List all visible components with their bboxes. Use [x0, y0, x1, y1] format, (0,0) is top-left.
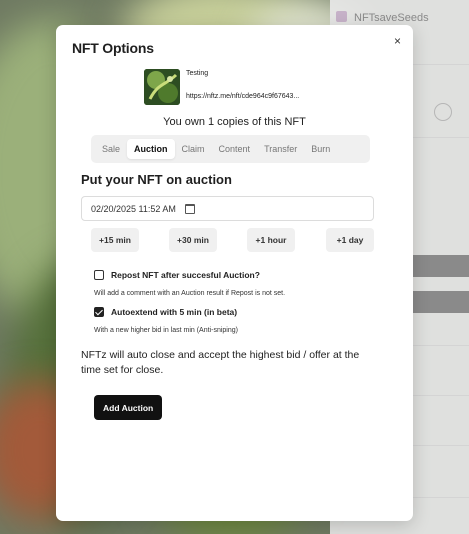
nft-thumbnail [144, 69, 180, 105]
modal-title: NFT Options [72, 40, 154, 56]
app-icon [336, 11, 347, 22]
tab-auction[interactable]: Auction [127, 139, 175, 159]
add-1-day-button[interactable]: +1 day [326, 228, 374, 252]
nft-options-modal: NFT Options × Testing https://nftz.me/nf… [56, 25, 413, 521]
close-icon[interactable]: × [394, 34, 401, 48]
calendar-icon[interactable] [184, 203, 195, 214]
options-tabs: Sale Auction Claim Content Transfer Burn [91, 135, 370, 163]
repost-note: Will add a comment with an Auction resul… [94, 290, 286, 297]
tab-burn[interactable]: Burn [304, 139, 337, 159]
tab-sale[interactable]: Sale [95, 139, 127, 159]
repost-label: Repost NFT after succesful Auction? [111, 270, 260, 280]
nft-name: Testing [186, 70, 209, 77]
tab-content[interactable]: Content [212, 139, 258, 159]
add-1-hour-button[interactable]: +1 hour [247, 228, 295, 252]
autoextend-checkbox[interactable] [94, 307, 104, 317]
tab-transfer[interactable]: Transfer [257, 139, 304, 159]
add-15-min-button[interactable]: +15 min [91, 228, 139, 252]
auction-end-datetime-input[interactable]: 02/20/2025 11:52 AM [81, 196, 374, 221]
datetime-value: 02/20/2025 11:52 AM [91, 203, 176, 214]
auction-info-text: NFTz will auto close and accept the high… [81, 349, 360, 376]
repost-checkbox[interactable] [94, 270, 104, 280]
nft-url: https://nftz.me/nft/cde964c9f67643... [186, 93, 300, 100]
autoextend-label: Autoextend with 5 min (in beta) [111, 307, 238, 317]
background-panel-title: NFTsaveSeeds [354, 12, 429, 24]
add-30-min-button[interactable]: +30 min [169, 228, 217, 252]
autoextend-option[interactable]: Autoextend with 5 min (in beta) [94, 307, 237, 317]
autoextend-note: With a new higher bid in last min (Anti-… [94, 327, 238, 334]
tab-claim[interactable]: Claim [175, 139, 212, 159]
add-auction-button[interactable]: Add Auction [94, 395, 163, 420]
repost-option[interactable]: Repost NFT after succesful Auction? [94, 270, 260, 280]
section-heading: Put your NFT on auction [81, 172, 232, 187]
ownership-text: You own 1 copies of this NFT [163, 116, 306, 128]
quick-time-buttons: +15 min +30 min +1 hour +1 day [91, 228, 374, 252]
